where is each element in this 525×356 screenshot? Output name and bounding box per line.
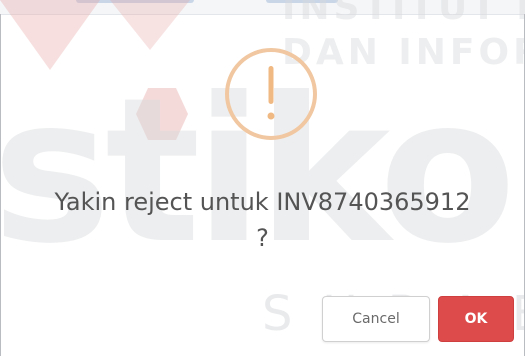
watermark-line1: INSTITUT BISNIS [282, 0, 525, 28]
cancel-button[interactable]: Cancel [322, 296, 430, 342]
message-line1: Yakin reject untuk INV8740365912 [54, 188, 471, 216]
screen: INSTITUT BISNIS DAN INFORMATIKA stikom S… [0, 0, 525, 356]
message-line2: ? [256, 224, 269, 252]
confirm-message: Yakin reject untuk INV8740365912 ? [0, 184, 525, 256]
ok-button[interactable]: OK [438, 296, 514, 342]
warning-icon [225, 48, 317, 140]
